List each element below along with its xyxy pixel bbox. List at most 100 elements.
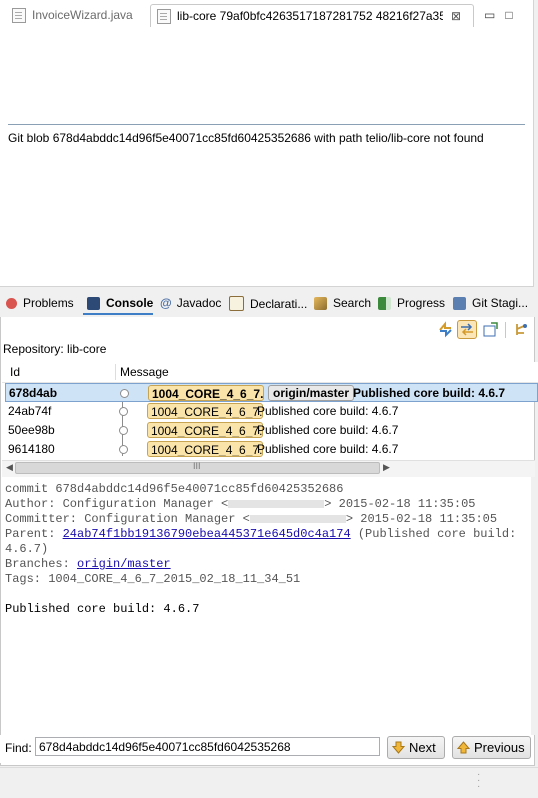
tab-label: InvoiceWizard.java <box>32 8 133 22</box>
show-all-branches-icon[interactable] <box>513 321 530 338</box>
committer-date: > 2015-02-18 11:35:05 <box>345 512 498 526</box>
branches-label: Branches: <box>5 557 78 571</box>
active-tab-indicator <box>83 313 153 315</box>
tags-line: Tags: 1004_CORE_4_6_7_2015_02_18_11_34_5… <box>5 572 301 586</box>
author-label: Author: Configuration Manager < <box>5 497 229 511</box>
table-row[interactable]: 678d4ab 1004_CORE_4_6_7... origin/master… <box>5 383 538 402</box>
author-date: > 2015-02-18 11:35:05 <box>324 497 476 511</box>
toolbar-separator <box>505 322 506 338</box>
window-controls: ▭□ <box>484 8 523 22</box>
minimize-icon[interactable]: ▭ <box>484 8 505 22</box>
committer-line: Committer: Configuration Manager < > 2015… <box>5 512 497 526</box>
tab-progress[interactable]: Progress <box>378 296 445 310</box>
sync-icon[interactable] <box>437 321 454 338</box>
commit-id: 678d4ab <box>9 386 58 400</box>
scroll-left-icon[interactable]: ◀ <box>6 462 13 473</box>
table-header <box>2 362 538 383</box>
column-header-id[interactable]: Id <box>10 365 20 379</box>
console-icon <box>87 296 100 310</box>
tab-declaration[interactable]: Declarati... <box>229 296 307 311</box>
editor-error-message: Git blob 678d4abddc14d96f5e40071cc85fd60… <box>8 131 484 145</box>
commit-id: 9614180 <box>8 442 55 456</box>
table-row[interactable]: 24ab74f 1004_CORE_4_6_7... Published cor… <box>5 402 538 421</box>
parent-link[interactable]: 24ab74f1bb19136790ebea445371e645d0c4a174 <box>63 527 351 541</box>
tab-problems[interactable]: Problems <box>6 296 74 310</box>
tab-label: Search <box>333 296 372 310</box>
branch-link[interactable]: origin/master <box>77 557 171 571</box>
tab-invoicewizard[interactable]: InvoiceWizard.java <box>6 4 146 26</box>
parent-message-cont: 4.6.7) <box>5 542 49 556</box>
tag-badge: 1004_CORE_4_6_7... <box>148 385 264 401</box>
tab-console[interactable]: Console <box>87 296 153 310</box>
problems-icon <box>6 297 17 309</box>
close-icon[interactable]: ⊠ <box>451 9 461 23</box>
java-file-icon <box>12 7 26 23</box>
maximize-icon[interactable]: □ <box>505 8 522 22</box>
commit-id: 50ee98b <box>8 423 55 437</box>
commit-line: commit 678d4abddc14d96f5e40071cc85fd6042… <box>5 482 344 496</box>
commit-node <box>120 389 129 398</box>
redacted-email <box>249 514 346 523</box>
parent-label: Parent: <box>5 527 63 541</box>
tab-javadoc[interactable]: @ Javadoc <box>160 296 221 310</box>
status-bar-grip-icon[interactable]: · · · <box>477 770 480 792</box>
commit-message: Published core build: 4.6.7 <box>353 386 506 400</box>
link-selection-icon[interactable] <box>457 320 477 339</box>
repository-label: Repository: lib-core <box>3 342 107 356</box>
search-icon <box>314 296 327 310</box>
tab-label: Progress <box>397 296 446 310</box>
next-label: Next <box>409 740 436 755</box>
status-bar <box>0 767 538 798</box>
editor-tab-bar: InvoiceWizard.java lib-core 79af0bfc4263… <box>0 0 533 30</box>
previous-label: Previous <box>474 740 525 755</box>
committer-label: Committer: Configuration Manager < <box>5 512 250 526</box>
parent-message: (Published core build: <box>350 527 517 541</box>
divider <box>8 124 525 125</box>
tab-label: Declarati... <box>250 296 308 311</box>
author-line: Author: Configuration Manager < > 2015-02… <box>5 497 475 511</box>
git-staging-icon <box>453 296 466 310</box>
javadoc-icon: @ <box>160 296 172 310</box>
tab-git-staging[interactable]: Git Stagi... <box>453 296 528 310</box>
tab-search[interactable]: Search <box>314 296 371 310</box>
commit-message: Published core build: 4.6.7 <box>257 404 399 418</box>
arrow-down-icon <box>391 741 406 754</box>
previous-button[interactable]: Previous <box>452 736 531 759</box>
view-tab-bar: Problems Console @ Javadoc Declarati... … <box>0 292 538 316</box>
tab-label: Javadoc <box>176 296 222 310</box>
vertical-scrollbar[interactable] <box>531 477 538 735</box>
tag-badge: 1004_CORE_4_6_7... <box>147 441 263 457</box>
commit-node <box>119 426 128 435</box>
file-icon <box>157 8 171 24</box>
commit-message: Published core build: 4.6.7 <box>257 423 399 437</box>
tab-lib-core[interactable]: lib-core 79af0bfc4263517187281752 48216f… <box>150 4 474 27</box>
find-input[interactable] <box>35 737 380 756</box>
branches-line: Branches: origin/master <box>5 557 171 571</box>
arrow-up-icon <box>456 741 471 754</box>
commit-id: 24ab74f <box>8 404 52 418</box>
declaration-icon <box>229 296 244 311</box>
scrollbar-grip: III <box>193 461 201 471</box>
tag-badge: 1004_CORE_4_6_7... <box>147 422 263 438</box>
compare-mode-icon[interactable] <box>482 321 499 338</box>
commit-node <box>119 445 128 454</box>
table-row[interactable]: 50ee98b 1004_CORE_4_6_7... Published cor… <box>5 421 538 440</box>
scroll-right-icon[interactable]: ▶ <box>383 462 390 473</box>
table-row[interactable]: 9614180 1004_CORE_4_6_7... Published cor… <box>5 440 538 459</box>
column-separator[interactable] <box>115 364 116 380</box>
next-button[interactable]: Next <box>387 736 445 759</box>
commit-node <box>119 407 128 416</box>
parent-line: Parent: 24ab74f1bb19136790ebea445371e645… <box>5 527 516 541</box>
redacted-email <box>228 499 325 508</box>
column-header-message[interactable]: Message <box>120 365 169 379</box>
tab-label: Console <box>106 296 154 310</box>
tab-label: lib-core 79af0bfc4263517187281752 48216f… <box>177 9 443 23</box>
tab-label: Problems <box>23 296 74 310</box>
commit-body: Published core build: 4.6.7 <box>5 602 200 616</box>
find-label: Find: <box>5 741 32 755</box>
tab-label: Git Stagi... <box>472 296 529 310</box>
progress-icon <box>378 296 391 310</box>
branch-badge: origin/master <box>268 385 355 401</box>
commit-message: Published core build: 4.6.7 <box>257 442 399 456</box>
tag-badge: 1004_CORE_4_6_7... <box>147 403 263 419</box>
